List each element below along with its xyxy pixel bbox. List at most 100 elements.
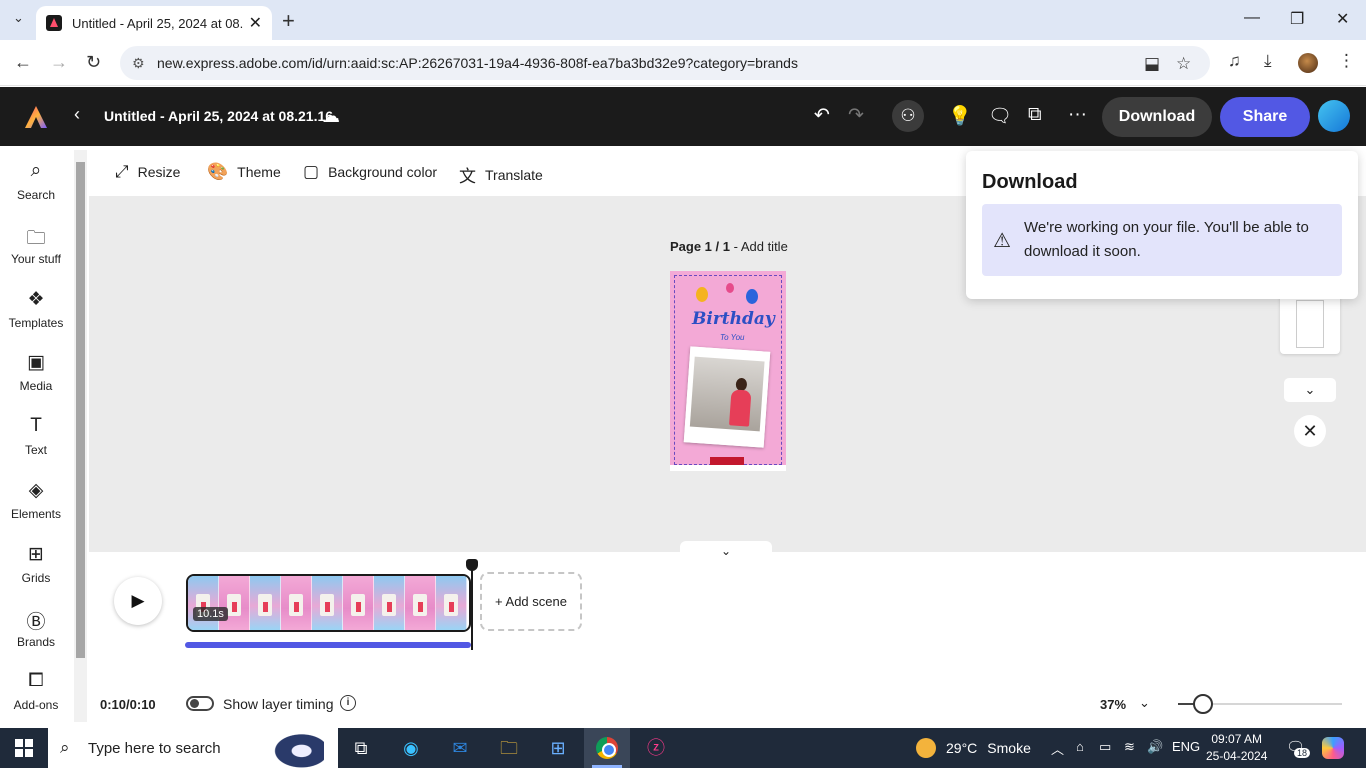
install-app-icon[interactable]: ⬓ [1144, 54, 1160, 74]
profile-avatar[interactable] [1298, 53, 1318, 73]
chevron-down-icon: ⌄ [1304, 382, 1316, 397]
bookmark-star-icon[interactable]: ☆ [1176, 54, 1191, 74]
zoom-slider-handle[interactable] [1192, 694, 1213, 714]
more-options-icon[interactable]: ··· [1068, 104, 1087, 126]
search-icon: ⌕ [60, 738, 70, 757]
playback-progress-bar [185, 642, 471, 648]
background-color-button[interactable]: ▢ Background color [303, 162, 437, 182]
chrome-taskbar-icon[interactable] [584, 728, 630, 768]
lightbulb-icon[interactable]: 💡 [948, 104, 972, 128]
browser-tab-active[interactable]: Untitled - April 25, 2024 at 08. ✕ [36, 6, 272, 40]
volume-icon[interactable]: 🔊 [1147, 739, 1163, 755]
balloon-yellow [696, 287, 708, 302]
microsoft-store-icon[interactable]: ⊞ [545, 736, 571, 760]
theme-button[interactable]: 🎨 Theme [207, 162, 281, 182]
address-bar[interactable]: ⚙ new.express.adobe.com/id/urn:aaid:sc:A… [120, 46, 1210, 80]
tab-close-icon[interactable]: ✕ [249, 13, 262, 33]
info-icon[interactable]: i [340, 695, 356, 711]
layer-timing-toggle[interactable] [186, 696, 214, 711]
rail-label: Add-ons [13, 698, 59, 712]
undo-icon[interactable]: ↶ [814, 104, 830, 127]
battery-icon[interactable]: ▭ [1099, 739, 1111, 755]
timecode: 0:10/0:10 [100, 697, 156, 712]
edge-browser-icon[interactable]: ◉ [398, 736, 424, 760]
reload-icon[interactable]: ↻ [86, 52, 101, 73]
scene-frame [436, 576, 467, 630]
download-button[interactable]: Download [1102, 97, 1212, 137]
add-title-link[interactable]: Add title [741, 239, 788, 254]
rail-label: Elements [10, 507, 62, 521]
invite-person-icon[interactable]: ⚇ [892, 100, 924, 132]
forward-arrow-icon[interactable]: → [50, 52, 68, 73]
translate-button[interactable]: 文 Translate [459, 162, 543, 187]
zoom-dropdown-chevron-icon[interactable]: ⌄ [1139, 695, 1150, 711]
rail-item-search[interactable]: ⌕ Search [0, 160, 72, 202]
rail-item-your-stuff[interactable]: 🗀 Your stuff [0, 224, 72, 266]
rail-item-templates[interactable]: ❖ Templates [0, 288, 72, 330]
artboard-page-1[interactable]: Birthday To You [670, 271, 786, 471]
left-rail: ⌕ Search 🗀 Your stuff ❖ Templates ▣ Medi… [0, 146, 72, 728]
restore-icon[interactable]: ❐ [1290, 9, 1304, 29]
document-title[interactable]: Untitled - April 25, 2024 at 08.21.16 [104, 108, 333, 124]
system-clock[interactable]: 09:07 AM 25-04-2024 [1206, 731, 1267, 765]
rail-item-media[interactable]: ▣ Media [0, 351, 72, 393]
window-close-icon[interactable]: ✕ [1336, 9, 1349, 29]
rail-label: Templates [8, 316, 64, 330]
timeline-collapse-handle[interactable]: ⌄ [680, 541, 772, 558]
play-button[interactable]: ▶ [114, 577, 162, 625]
language-indicator[interactable]: ENG [1172, 739, 1200, 754]
elements-icon: ◈ [28, 480, 44, 501]
show-hidden-icons-chevron-icon[interactable]: ︿ [1051, 739, 1064, 758]
pinned-app-icon[interactable]: ⓩ [643, 736, 669, 760]
adobe-favicon-icon [46, 15, 62, 31]
minimize-icon[interactable]: — [1244, 9, 1260, 27]
media-control-icon[interactable]: ♫ [1228, 51, 1241, 71]
windows-start-icon[interactable] [15, 739, 33, 757]
task-view-icon[interactable]: ⧉ [348, 736, 374, 760]
user-avatar[interactable] [1318, 100, 1350, 132]
copilot-icon[interactable] [1322, 737, 1344, 759]
rail-item-elements[interactable]: ◈ Elements [0, 479, 72, 521]
scene-clip[interactable] [186, 574, 471, 632]
file-explorer-icon[interactable]: 🗀 [496, 736, 522, 760]
site-info-icon[interactable]: ⚙ [132, 55, 145, 72]
weather-widget[interactable]: 29°C Smoke [916, 738, 1031, 758]
page-thumbnail-preview [1296, 300, 1324, 348]
new-tab-button[interactable]: + [282, 8, 295, 34]
clock-date: 25-04-2024 [1206, 749, 1268, 763]
back-chevron-icon[interactable]: ‹ [74, 104, 80, 125]
browser-menu-icon[interactable]: ⋮ [1338, 51, 1355, 71]
folder-icon: 🗀 [26, 228, 46, 249]
downloads-icon[interactable]: ⤓ [1264, 51, 1272, 71]
rail-label: Your stuff [10, 252, 62, 266]
add-scene-button[interactable]: + Add scene [480, 572, 582, 631]
page-thumbnail[interactable] [1280, 292, 1340, 354]
rail-label: Brands [16, 635, 56, 649]
back-arrow-icon[interactable]: ← [14, 52, 32, 73]
browser-tab-strip: ⌄ Untitled - April 25, 2024 at 08. ✕ + —… [0, 0, 1366, 40]
rail-item-text[interactable]: T Text [0, 415, 72, 457]
resize-label: Resize [137, 164, 181, 180]
playhead-line[interactable] [471, 562, 473, 650]
adobe-express-logo-icon[interactable] [24, 105, 48, 129]
resize-button[interactable]: ⤢ Resize [115, 162, 180, 182]
collapse-pages-button[interactable]: ⌄ [1284, 378, 1336, 402]
meet-now-icon[interactable]: ⌂ [1076, 739, 1084, 754]
cloud-sync-icon[interactable]: ☁ [322, 106, 340, 127]
rail-item-grids[interactable]: ⊞ Grids [0, 543, 72, 585]
scene-frame [405, 576, 436, 630]
present-icon[interactable]: ⧉ [1028, 104, 1042, 126]
mail-icon[interactable]: ✉ [447, 736, 473, 760]
page-number: Page 1 / 1 [670, 239, 730, 254]
share-button[interactable]: Share [1220, 97, 1310, 137]
playhead-handle[interactable] [466, 559, 478, 571]
rail-scrollbar-thumb[interactable] [76, 162, 85, 658]
tab-search-chevron-icon[interactable]: ⌄ [13, 10, 24, 26]
wifi-icon[interactable]: ≋ [1124, 739, 1135, 755]
rail-item-add-ons[interactable]: ⧠ Add-ons [0, 670, 72, 712]
taskbar-search-placeholder: Type here to search [88, 739, 221, 757]
redo-icon[interactable]: ↷ [848, 104, 864, 127]
rail-item-brands[interactable]: Ⓑ Brands [0, 607, 72, 649]
comment-icon[interactable]: 🗨 [988, 104, 1012, 128]
close-panel-button[interactable]: ✕ [1294, 415, 1326, 447]
